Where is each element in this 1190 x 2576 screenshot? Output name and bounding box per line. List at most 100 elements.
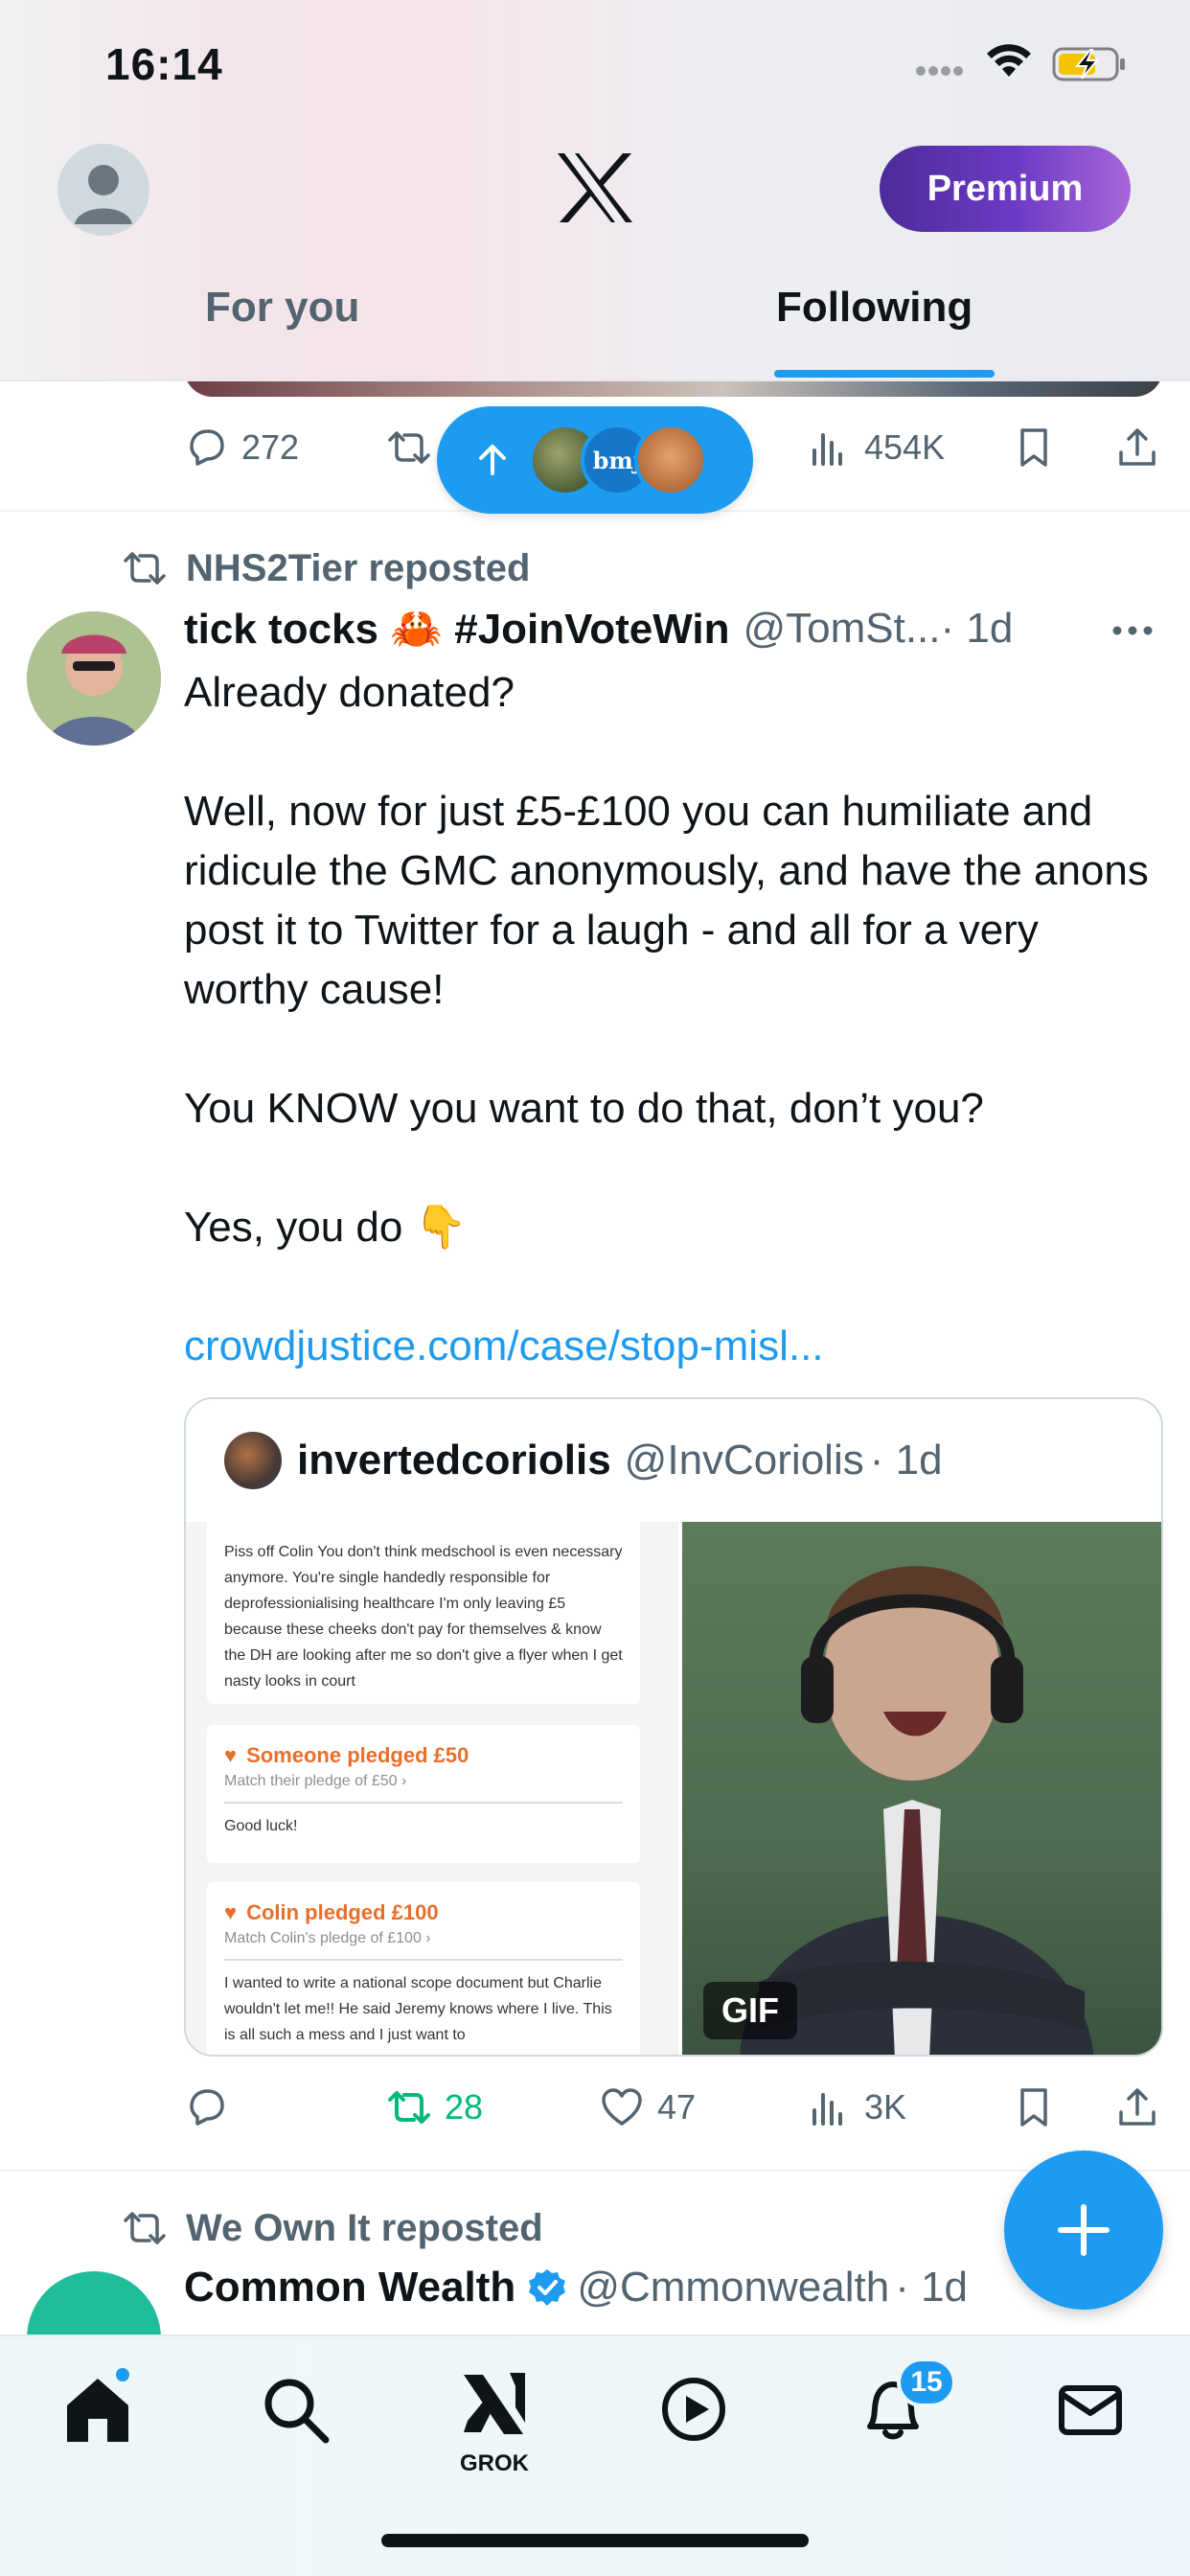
repost-icon [124,552,166,585]
arrow-up-icon [479,445,506,475]
views-icon [812,2093,842,2126]
pledge-match-text: Match Colin's pledge of £100 › [224,1925,623,1961]
more-options-icon[interactable] [1111,625,1154,636]
pledge-comment-card: Piss off Colin You don't think medschool… [207,1522,640,1704]
bookmark-icon [1020,2088,1047,2127]
gif-badge: GIF [703,1982,797,2039]
search-icon[interactable] [257,2371,333,2448]
tweet-paragraph: Already donated? [184,669,515,716]
repost-icon [124,2212,166,2244]
profile-avatar-button[interactable] [57,144,149,236]
default-avatar-icon [75,165,132,224]
new-post-avatar [634,424,707,496]
wifi-icon [987,44,1031,77]
notifications-badge: 15 [897,2358,956,2407]
heart-icon: ♥ [224,1900,238,1924]
tweet-divider [0,2170,1190,2172]
reply-button[interactable]: 272 [184,426,299,470]
repost-button[interactable] [387,426,445,470]
view-count: 454K [864,427,946,467]
pledge-match-text: Match their pledge of £50 › [224,1768,623,1804]
views-button[interactable]: 454K [807,426,945,470]
author-handle[interactable]: @TomSt... [743,605,940,653]
author-name[interactable]: tick tocks 🦀 #JoinVoteWin [184,604,729,654]
reply-icon [190,429,224,466]
quoted-tweet-card[interactable]: invertedcoriolis @InvCoriolis · 1d Piss … [184,1397,1163,2057]
new-posts-pill[interactable]: bmj [437,406,753,514]
reply-button[interactable] [184,2085,241,2129]
home-indicator [381,2534,809,2547]
bookmark-button[interactable] [1012,426,1069,470]
repost-icon [388,2091,430,2124]
quote-image-pledges[interactable]: Piss off Colin You don't think medschool… [186,1522,678,2055]
quote-author-avatar [224,1432,282,1489]
quote-author-line: invertedcoriolis @InvCoriolis · 1d [224,1432,943,1489]
active-tab-indicator [774,370,995,378]
tweet-link[interactable]: crowdjustice.com/case/stop-misl... [184,1322,824,1369]
verified-badge-icon [529,2269,566,2306]
bookmark-button[interactable] [1012,2085,1069,2129]
tab-for-you[interactable]: For you [205,284,359,332]
grok-icon [464,2373,525,2434]
views-button[interactable]: 3K [807,2085,906,2129]
tweet-paragraph: You KNOW you want to do that, don’t you? [184,1085,984,1132]
repost-indicator[interactable]: We Own It reposted [123,2206,543,2250]
share-button[interactable] [1115,426,1173,470]
share-button[interactable] [1115,2085,1173,2129]
views-icon [812,433,842,466]
quote-time: · 1d [869,1437,943,1484]
author-handle[interactable]: @Cmmonwealth [577,2264,889,2312]
home-unread-dot [113,2365,132,2384]
tweet-author-line: tick tocks 🦀 #JoinVoteWin @TomSt... · 1d [184,604,1171,654]
tweet-body[interactable]: Already donated? Well, now for just £5-£… [184,663,1152,1376]
tweet-author-line: Common Wealth @Cmmonwealth · 1d [184,2264,968,2312]
tab-following[interactable]: Following [776,284,973,332]
author-avatar[interactable] [27,611,161,746]
repost-button[interactable]: 28 [387,2085,483,2129]
view-count: 3K [864,2087,907,2127]
pledge-card: ♥ Someone pledged £50 Match their pledge … [207,1725,640,1863]
quote-gif[interactable]: GIF [682,1522,1161,2055]
reply-icon [190,2089,224,2126]
like-count: 47 [657,2087,697,2127]
repost-by-label: We Own It reposted [186,2206,543,2249]
laughing-man-gif-image [740,1566,1094,2055]
top-header: 16:14 Premium For you Following [0,0,1190,381]
like-button[interactable]: 47 [600,2085,696,2129]
compose-post-button[interactable] [1004,2150,1163,2310]
repost-by-label: NHS2Tier reposted [186,546,531,589]
cellular-signal-icon [916,63,970,77]
bookmark-icon [1020,428,1047,467]
battery-charging-icon [1052,47,1125,81]
author-name[interactable]: Common Wealth [184,2264,515,2312]
repost-icon [388,431,430,464]
plus-icon [1058,2204,1110,2256]
author-photo [27,611,161,746]
share-icon [1119,428,1156,466]
pledge-title: Someone pledged £50 [246,1743,469,1767]
quote-author-handle: @InvCoriolis [624,1437,864,1484]
pledge-card: ♥ Colin pledged £100 Match Colin's pledge… [207,1882,640,2055]
tweet-paragraph: Yes, you do 👇 [184,1204,468,1251]
heart-icon: ♥ [224,1743,238,1767]
status-time: 16:14 [105,39,223,89]
x-logo-icon[interactable] [556,151,634,224]
pledge-title: Colin pledged £100 [246,1900,439,1924]
tweet-paragraph: Well, now for just £5-£100 you can humil… [184,788,1149,1013]
share-icon [1119,2088,1156,2126]
tweet-time[interactable]: · 1d [941,605,1014,653]
grok-tab[interactable]: GROK [456,2365,533,2476]
tweet-time[interactable]: · 1d [895,2264,968,2312]
premium-button[interactable]: Premium [880,146,1131,232]
video-icon[interactable] [655,2371,732,2448]
pledge-comment-text: Piss off Colin You don't think medschool… [224,1544,623,1690]
pledge-comment-text: Good luck! [224,1818,298,1834]
heart-icon [602,2088,642,2126]
repost-indicator[interactable]: NHS2Tier reposted [123,546,530,590]
quote-author-name: invertedcoriolis [297,1437,611,1484]
messages-icon[interactable] [1052,2371,1129,2448]
reply-count: 272 [241,427,300,467]
grok-label: GROK [460,2450,529,2476]
pledge-comment-text: I wanted to write a national scope docum… [224,1975,612,2043]
repost-count: 28 [445,2087,484,2127]
